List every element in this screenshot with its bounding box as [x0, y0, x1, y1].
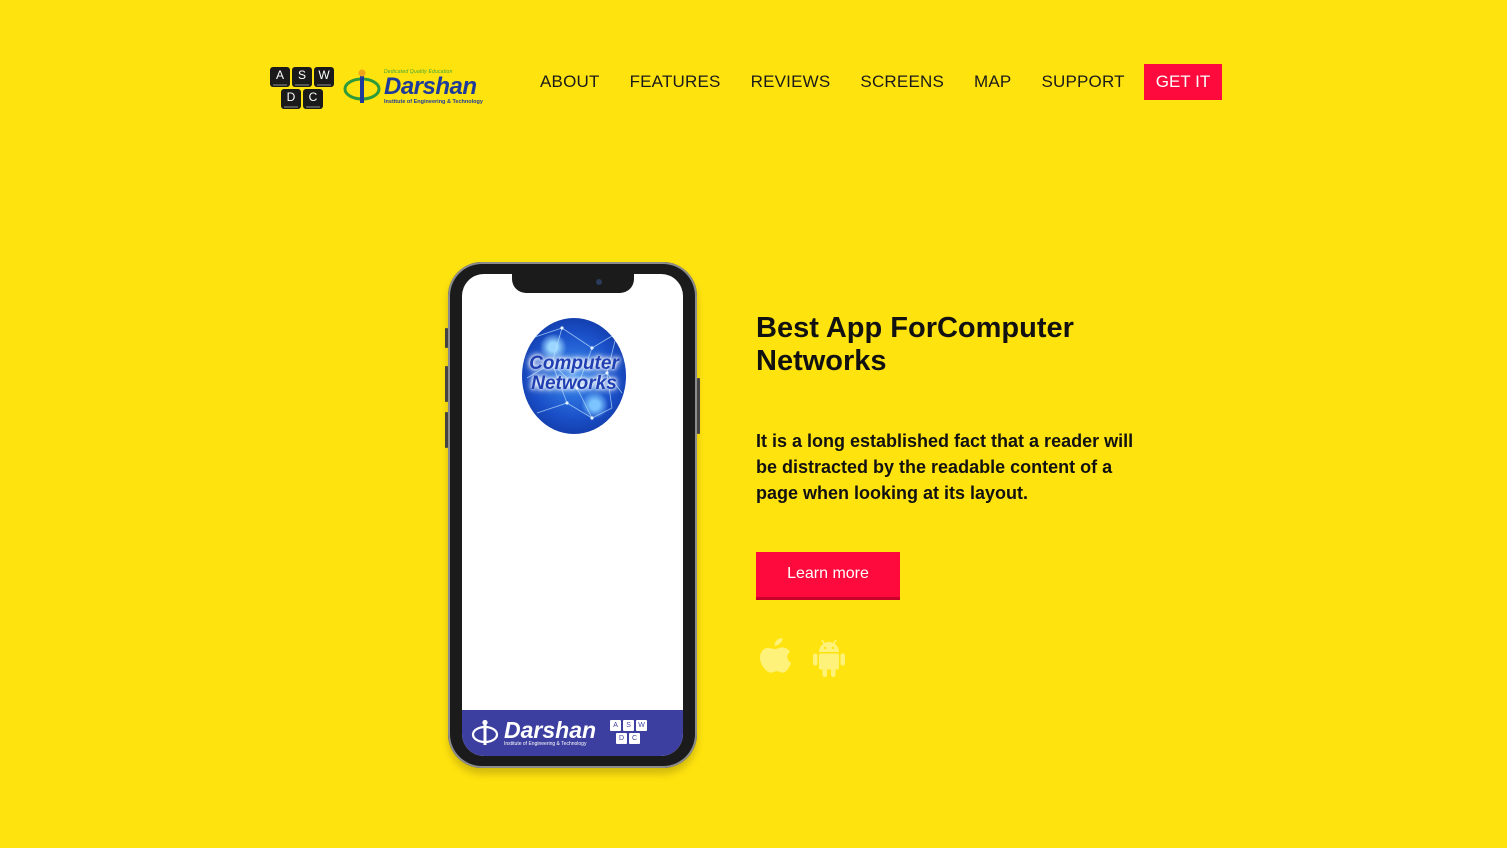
logo-name: Darshan: [384, 73, 477, 100]
logo-key: W: [318, 68, 330, 82]
nav-features[interactable]: FEATURES: [615, 64, 736, 100]
nav-support[interactable]: SUPPORT: [1026, 64, 1139, 100]
camera-icon: [596, 279, 602, 285]
hero-title: Best App ForComputer Networks: [756, 312, 1136, 378]
phone-screen: Computer Networks Darshan Institute of E…: [462, 274, 683, 756]
logo-key: D: [286, 90, 296, 104]
apple-icon[interactable]: [756, 636, 794, 680]
logo-key: A: [610, 720, 622, 731]
store-icons: [756, 636, 848, 680]
logo-subtitle: Institute of Engineering & Technology: [384, 99, 483, 105]
logo[interactable]: A S W D C Dedicated Quality Education Da…: [270, 64, 485, 110]
app-title: Computer Networks: [522, 354, 626, 394]
aswdc-logo-icon: A S W D C: [610, 720, 648, 746]
nav-about[interactable]: ABOUT: [525, 64, 615, 100]
logo-key: C: [629, 733, 641, 744]
logo-key: D: [616, 733, 628, 744]
nav-reviews[interactable]: REVIEWS: [736, 64, 846, 100]
logo-key: S: [623, 720, 635, 731]
phone-side-button: [445, 412, 448, 448]
phone-side-button: [697, 378, 700, 434]
app-title-line: Computer: [529, 353, 619, 374]
main-nav: ABOUT FEATURES REVIEWS SCREENS MAP SUPPO…: [525, 64, 1223, 100]
logo-key: C: [308, 90, 318, 104]
phone-mockup: Computer Networks Darshan Institute of E…: [445, 262, 700, 768]
get-it-button[interactable]: GET IT: [1143, 64, 1223, 100]
logo-key: A: [275, 68, 284, 82]
android-icon[interactable]: [810, 636, 848, 680]
logo-key: W: [636, 720, 648, 731]
learn-more-button[interactable]: Learn more: [756, 552, 900, 600]
aswdc-logo-icon: A S W D C: [270, 65, 336, 109]
hero-description: It is a long established fact that a rea…: [756, 431, 1134, 503]
logo-key: S: [297, 68, 306, 82]
app-footer-banner: Darshan Institute of Engineering & Techn…: [462, 710, 683, 756]
app-splash-logo: Computer Networks: [522, 318, 626, 434]
phone-notch: [512, 274, 634, 293]
nav-screens[interactable]: SCREENS: [845, 64, 959, 100]
hero-title-light: Best App For: [756, 312, 937, 344]
footer-logo-name: Darshan: [504, 717, 597, 743]
app-title-line: Networks: [531, 373, 617, 394]
nav-map[interactable]: MAP: [959, 64, 1026, 100]
darshan-emblem-icon: [471, 719, 499, 745]
phone-side-button: [445, 328, 448, 348]
footer-logo-subtitle: Institute of Engineering & Technology: [504, 741, 587, 747]
darshan-emblem-icon: [343, 69, 381, 103]
phone-side-button: [445, 366, 448, 402]
